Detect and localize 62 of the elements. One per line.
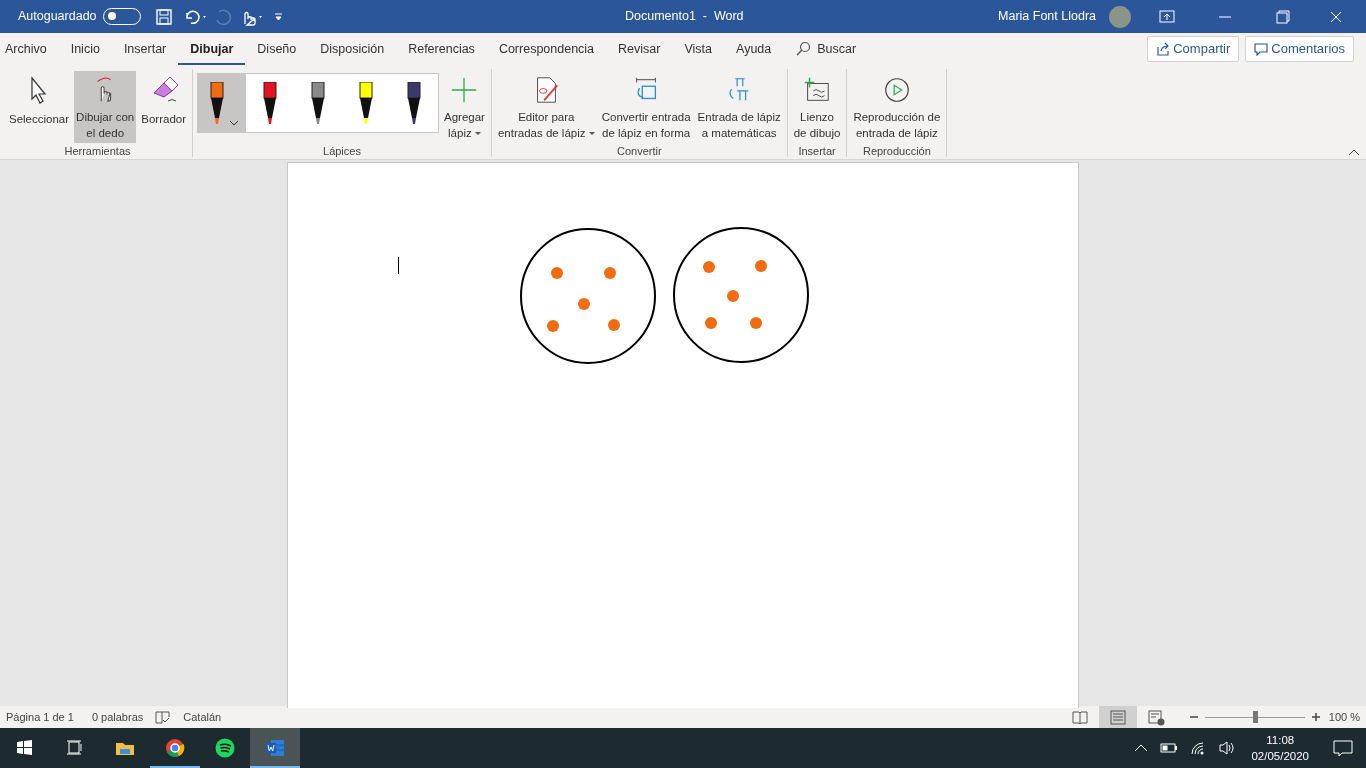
ribbon-button[interactable]: Lienzo de dibujo — [791, 71, 843, 143]
group-label: Convertir — [616, 144, 663, 159]
ribbon-tab[interactable]: Diseño — [245, 33, 309, 65]
share-button[interactable]: Compartir — [1147, 36, 1240, 62]
document-app-icon — [265, 738, 285, 758]
web-layout-icon — [1145, 708, 1166, 726]
pen-swatch[interactable] — [198, 74, 246, 132]
user-name: Maria Font Llodra — [998, 8, 1096, 26]
group-label: Reproducción — [861, 144, 932, 159]
windows-icon — [15, 738, 35, 758]
ribbon-tab[interactable]: Disposición — [308, 33, 397, 65]
ribbon-tab[interactable]: Archivo — [0, 33, 59, 65]
ribbon-tab[interactable]: Revisar — [606, 33, 673, 65]
ribbon-tab[interactable]: Correspondencia — [486, 33, 607, 65]
comment-icon — [1254, 42, 1269, 56]
group-label: Herramientas — [63, 144, 132, 159]
ribbon-button[interactable]: Dibujar con el dedo — [74, 71, 137, 143]
group-label: Lápices — [322, 144, 362, 159]
save-icon[interactable] — [154, 7, 173, 26]
ribbon-tab[interactable]: Ayuda — [724, 33, 784, 65]
view-button[interactable] — [1098, 706, 1137, 728]
ribbon-button[interactable]: Editor para entradas de lápiz — [495, 71, 597, 143]
search-icon — [795, 41, 812, 57]
music-icon — [215, 738, 235, 758]
ribbon-button[interactable]: Borrador — [139, 71, 188, 143]
language-label[interactable]: Catalán — [183, 708, 222, 726]
task-view-icon — [65, 738, 85, 758]
comments-button[interactable]: Comentarios — [1245, 36, 1354, 62]
ribbon-tab[interactable]: Dibujar — [178, 33, 246, 65]
ribbon-button[interactable]: Agregar lápiz — [442, 71, 487, 143]
print-layout-icon — [1107, 708, 1128, 726]
notifications-icon[interactable] — [1332, 739, 1354, 757]
ribbon-tab[interactable]: Referencias — [396, 33, 487, 65]
proofing-icon[interactable] — [155, 710, 172, 724]
ribbon-button[interactable]: Convertir entrada de lápiz en forma — [599, 71, 693, 143]
caret-icon — [474, 131, 481, 136]
browser-icon — [165, 738, 185, 758]
caret-icon — [588, 131, 595, 136]
text-cursor — [398, 257, 399, 274]
chevron-up-icon[interactable] — [1134, 743, 1149, 753]
ribbon-button[interactable]: Seleccionar — [7, 71, 72, 143]
word-count[interactable]: 0 palabras — [91, 708, 144, 726]
ribbon-tab[interactable]: Inicio — [58, 33, 112, 65]
zoom-in-icon[interactable] — [1310, 712, 1321, 722]
ribbon-tab[interactable]: Vista — [672, 33, 725, 65]
group-label: Insertar — [797, 144, 837, 159]
slider-thumb[interactable] — [1252, 711, 1258, 723]
ribbon-tab[interactable]: Insertar — [111, 33, 179, 65]
page-count[interactable]: Página 1 de 1 — [6, 708, 74, 726]
battery-icon[interactable] — [1160, 743, 1179, 753]
zoom-level[interactable]: 100 % — [1328, 708, 1360, 726]
read-mode-icon — [1069, 708, 1090, 726]
clock[interactable]: 11:08 02/05/2020 — [1248, 732, 1312, 764]
share-icon — [1156, 42, 1171, 56]
search-field[interactable]: Buscar — [795, 39, 857, 59]
ribbon-button[interactable]: Reproducción de entrada de lápiz — [851, 71, 943, 143]
window-title: Documento1 - Word — [625, 8, 744, 26]
speaker-icon[interactable] — [1218, 740, 1237, 756]
caret-icon — [229, 120, 239, 126]
autosave-label: Autoguardado — [18, 8, 97, 26]
ribbon-button[interactable]: Entrada de lápiz a matemáticas — [695, 71, 783, 143]
collapse-icon[interactable] — [1348, 148, 1360, 156]
